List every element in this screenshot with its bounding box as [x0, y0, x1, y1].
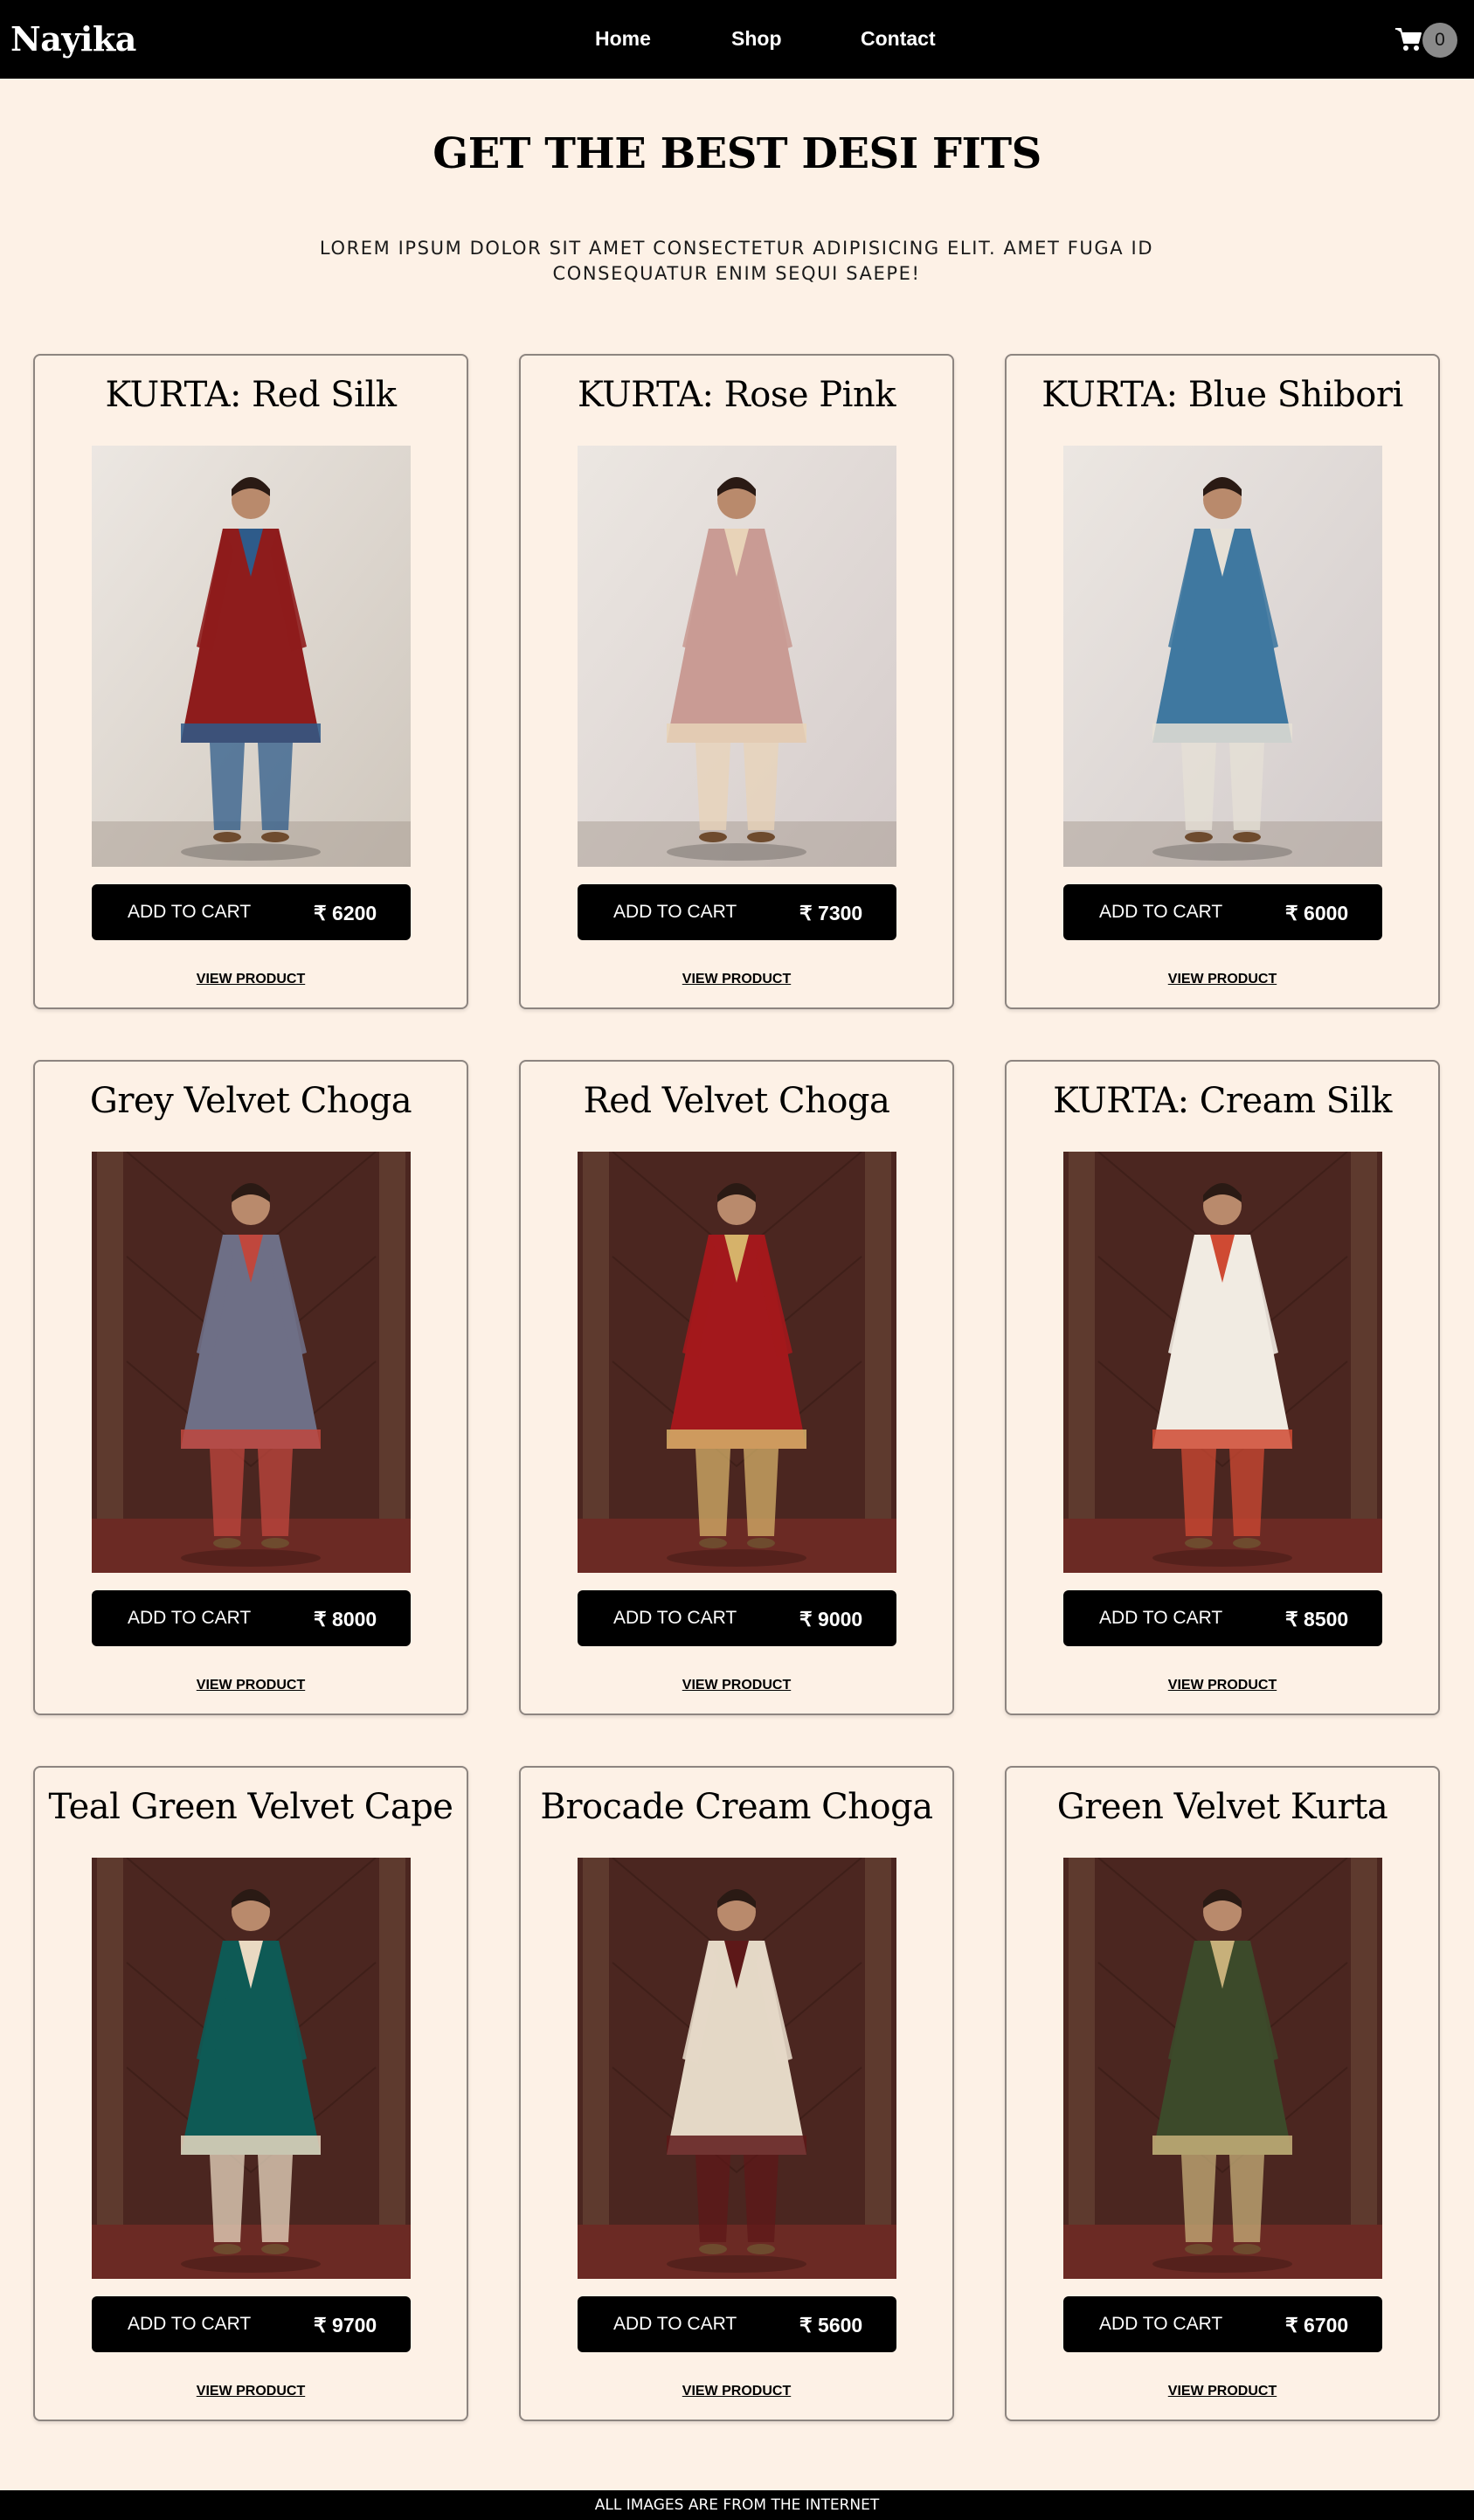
product-card: Brocade Cream Choga ADD TO CART ₹ 5600 VIEW… — [519, 1766, 954, 2421]
product-card: Green Velvet Kurta ADD TO CART ₹ 6700 VIEW … — [1005, 1766, 1440, 2421]
cart-button[interactable]: 0 — [1394, 23, 1457, 58]
product-image[interactable] — [578, 1152, 896, 1573]
product-price: ₹ 7300 — [799, 902, 863, 924]
product-card: Grey Velvet Choga ADD TO CART ₹ 8000 VIEW P… — [33, 1060, 468, 1715]
product-title: Grey Velvet Choga — [89, 1081, 412, 1121]
product-title: Red Velvet Choga — [583, 1081, 890, 1121]
add-to-cart-label: ADD TO CART — [128, 2314, 252, 2334]
page-subtitle: LOREM IPSUM DOLOR SIT AMET CONSECTETUR A… — [319, 238, 1154, 284]
product-card: KURTA: Cream Silk ADD TO CART ₹ 8500 VIEW P… — [1005, 1060, 1440, 1715]
view-product-link[interactable]: VIEW PRODUCT — [1007, 2384, 1438, 2399]
product-image[interactable] — [578, 1858, 896, 2279]
add-to-cart-label: ADD TO CART — [128, 902, 252, 922]
product-title: KURTA: Red Silk — [105, 375, 398, 415]
product-card: KURTA: Blue Shibori ADD TO CART ₹ 6000 VIEW… — [1005, 354, 1440, 1009]
add-to-cart-button[interactable]: ADD TO CART ₹ 8000 — [92, 1590, 411, 1646]
product-image[interactable] — [92, 446, 411, 867]
add-to-cart-button[interactable]: ADD TO CART ₹ 6700 — [1063, 2296, 1382, 2352]
product-card: Red Velvet Choga ADD TO CART ₹ 9000 VIEW PR… — [519, 1060, 954, 1715]
product-image[interactable] — [92, 1858, 411, 2279]
brand-logo[interactable]: Nayika — [10, 19, 136, 59]
product-price: ₹ 9000 — [799, 1608, 863, 1630]
product-price: ₹ 9700 — [314, 2314, 377, 2337]
product-title: Teal Green Velvet Cape — [48, 1787, 453, 1827]
product-title: KURTA: Blue Shibori — [1041, 375, 1403, 415]
add-to-cart-label: ADD TO CART — [1099, 1608, 1223, 1628]
add-to-cart-label: ADD TO CART — [1099, 2314, 1223, 2334]
product-image[interactable] — [578, 446, 896, 867]
view-product-link[interactable]: VIEW PRODUCT — [1007, 972, 1438, 987]
add-to-cart-button[interactable]: ADD TO CART ₹ 6200 — [92, 884, 411, 940]
nav-link-contact[interactable]: Contact — [861, 27, 936, 51]
product-title: Brocade Cream Choga — [540, 1787, 933, 1827]
product-price: ₹ 6000 — [1285, 902, 1349, 924]
view-product-link[interactable]: VIEW PRODUCT — [35, 972, 467, 987]
shopping-cart-icon — [1395, 28, 1422, 51]
add-to-cart-button[interactable]: ADD TO CART ₹ 8500 — [1063, 1590, 1382, 1646]
view-product-link[interactable]: VIEW PRODUCT — [521, 2384, 952, 2399]
product-image[interactable] — [1063, 446, 1382, 867]
product-price: ₹ 6200 — [314, 902, 377, 924]
add-to-cart-label: ADD TO CART — [613, 902, 737, 922]
product-price: ₹ 8000 — [314, 1608, 377, 1630]
add-to-cart-label: ADD TO CART — [128, 1608, 252, 1628]
view-product-link[interactable]: VIEW PRODUCT — [1007, 1678, 1438, 1693]
product-card: Teal Green Velvet Cape ADD TO CART ₹ 9700 V… — [33, 1766, 468, 2421]
product-card: KURTA: Red Silk ADD TO CART ₹ 6200 VIEW PRO… — [33, 354, 468, 1009]
add-to-cart-label: ADD TO CART — [1099, 902, 1223, 922]
product-image[interactable] — [1063, 1152, 1382, 1573]
cart-count-badge: 0 — [1422, 23, 1457, 58]
product-price: ₹ 5600 — [799, 2314, 863, 2337]
add-to-cart-button[interactable]: ADD TO CART ₹ 5600 — [578, 2296, 896, 2352]
view-product-link[interactable]: VIEW PRODUCT — [35, 1678, 467, 1693]
add-to-cart-label: ADD TO CART — [613, 2314, 737, 2334]
product-title: KURTA: Cream Silk — [1053, 1081, 1392, 1121]
product-price: ₹ 6700 — [1285, 2314, 1349, 2337]
view-product-link[interactable]: VIEW PRODUCT — [521, 1678, 952, 1693]
navbar: Nayika Home Shop Contact 0 — [0, 0, 1474, 79]
product-price: ₹ 8500 — [1285, 1608, 1349, 1630]
add-to-cart-label: ADD TO CART — [613, 1608, 737, 1628]
add-to-cart-button[interactable]: ADD TO CART ₹ 6000 — [1063, 884, 1382, 940]
product-title: Green Velvet Kurta — [1056, 1787, 1388, 1827]
footer-note: ALL IMAGES ARE FROM THE INTERNET — [0, 2490, 1474, 2520]
add-to-cart-button[interactable]: ADD TO CART ₹ 9700 — [92, 2296, 411, 2352]
product-image[interactable] — [92, 1152, 411, 1573]
product-card: KURTA: Rose Pink ADD TO CART ₹ 7300 VIEW PR… — [519, 354, 954, 1009]
view-product-link[interactable]: VIEW PRODUCT — [521, 972, 952, 987]
nav-link-home[interactable]: Home — [595, 27, 651, 51]
view-product-link[interactable]: VIEW PRODUCT — [35, 2384, 467, 2399]
page-title: GET THE BEST DESI FITS — [433, 129, 1041, 178]
product-image[interactable] — [1063, 1858, 1382, 2279]
nav-link-shop[interactable]: Shop — [731, 27, 782, 51]
add-to-cart-button[interactable]: ADD TO CART ₹ 7300 — [578, 884, 896, 940]
add-to-cart-button[interactable]: ADD TO CART ₹ 9000 — [578, 1590, 896, 1646]
product-title: KURTA: Rose Pink — [578, 375, 896, 415]
